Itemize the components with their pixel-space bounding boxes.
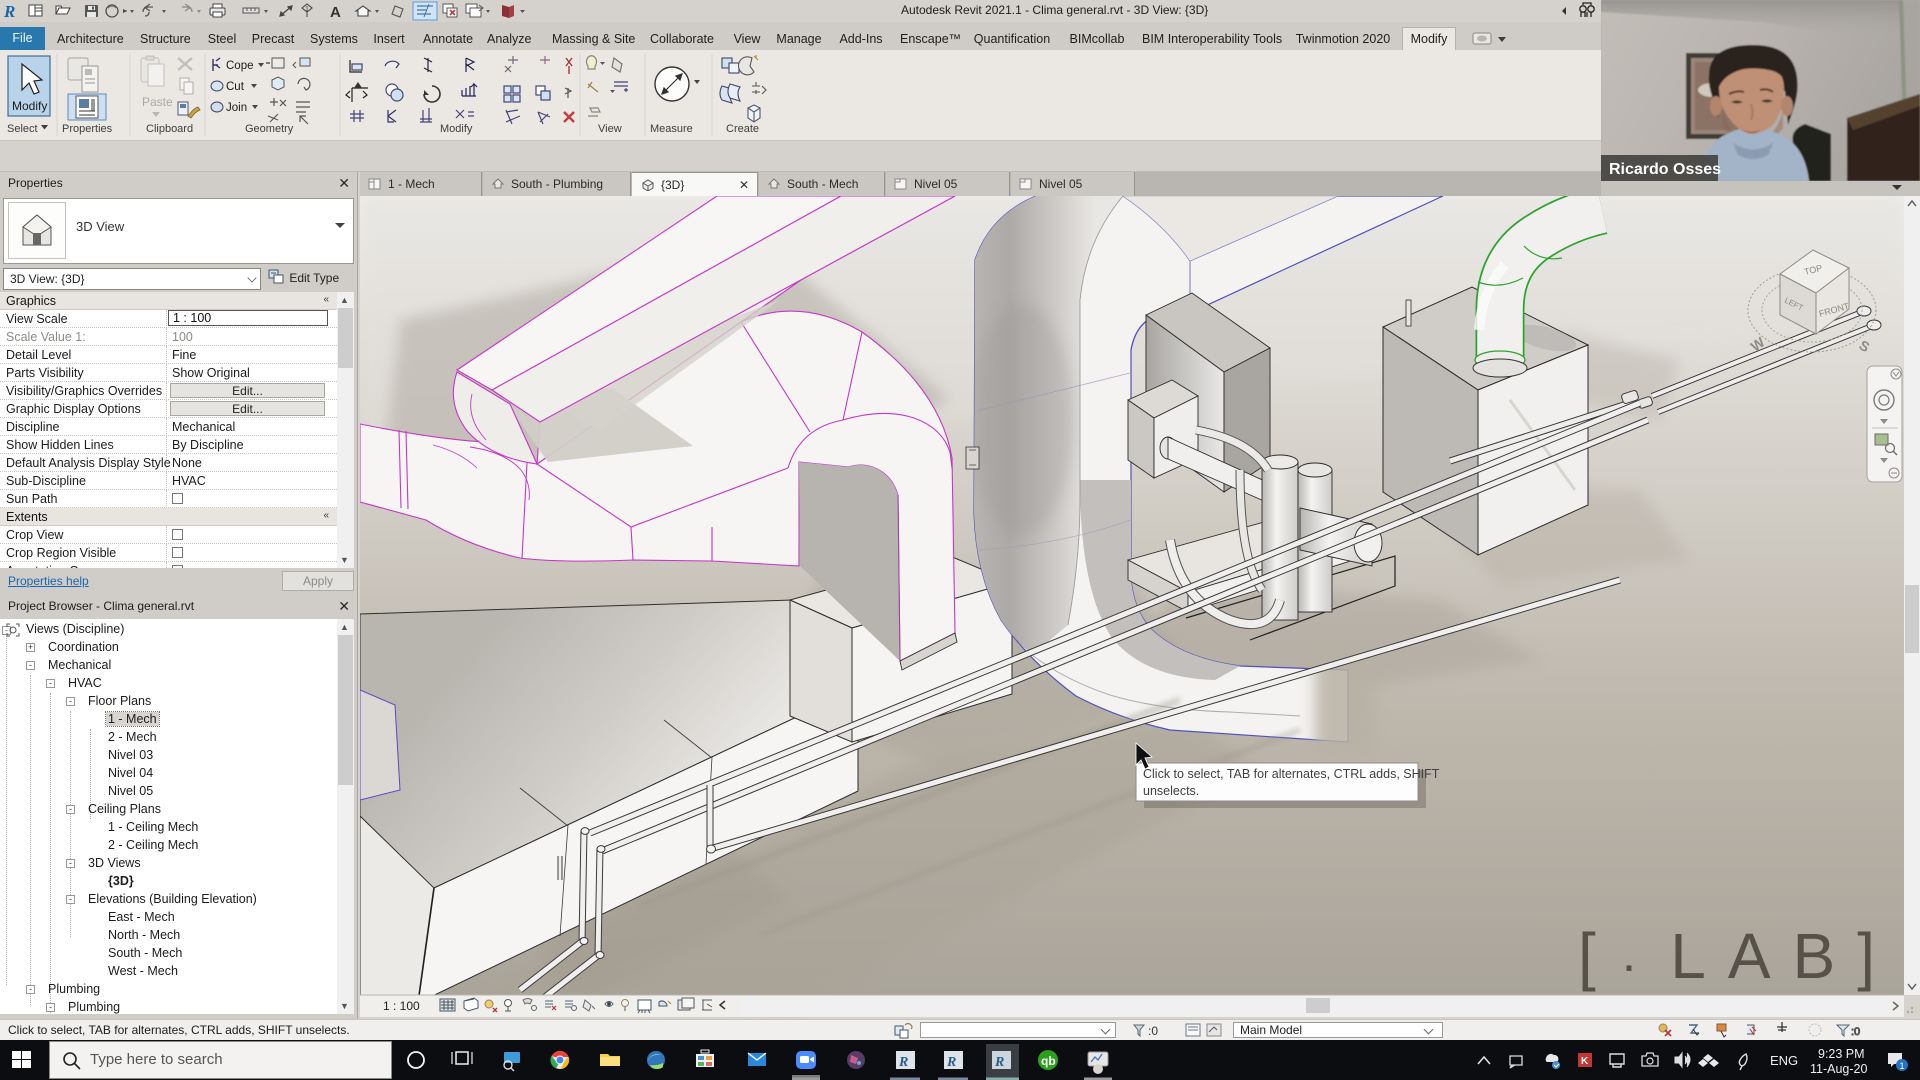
svg-text:Modify: Modify [12,99,47,113]
svg-text:R: R [946,1055,956,1070]
svg-text:1: 1 [1900,1061,1905,1071]
svg-text:9:23 PM: 9:23 PM [1818,1047,1865,1061]
svg-text:Modify: Modify [440,123,473,135]
svg-text:Cut: Cut [226,81,245,93]
svg-text:R: R [898,1055,908,1070]
svg-text:unselects.: unselects. [1143,784,1199,798]
svg-text:[.LAB]: [.LAB] [1578,920,1897,992]
svg-text::0: :0 [1851,1026,1860,1038]
svg-text:Clipboard: Clipboard [146,123,193,135]
svg-text:Create: Create [726,123,759,135]
svg-text:11-Aug-20: 11-Aug-20 [1810,1062,1867,1076]
svg-text:Measure: Measure [650,123,693,135]
svg-text::0: :0 [1148,1024,1158,1038]
svg-text:1 : 100: 1 : 100 [383,999,420,1013]
svg-text:qb: qb [1041,1054,1056,1068]
svg-text:Geometry: Geometry [245,123,294,135]
svg-text:Click to select, TAB for alter: Click to select, TAB for alternates, CTR… [1143,767,1440,781]
svg-text:Properties: Properties [62,123,113,135]
svg-text:Join: Join [226,102,247,114]
svg-text:Paste: Paste [142,95,173,109]
svg-text:R: R [3,2,15,21]
svg-text:View: View [598,123,622,135]
svg-text:R: R [994,1055,1004,1070]
svg-text:K: K [1581,1056,1589,1067]
svg-text:ENG: ENG [1770,1053,1798,1068]
svg-text:A: A [330,4,341,21]
svg-text:Cope: Cope [226,60,254,72]
svg-text:1: 1 [305,6,309,13]
svg-text:Select: Select [7,123,38,135]
svg-text:Ricardo Osses: Ricardo Osses [1609,161,1721,178]
